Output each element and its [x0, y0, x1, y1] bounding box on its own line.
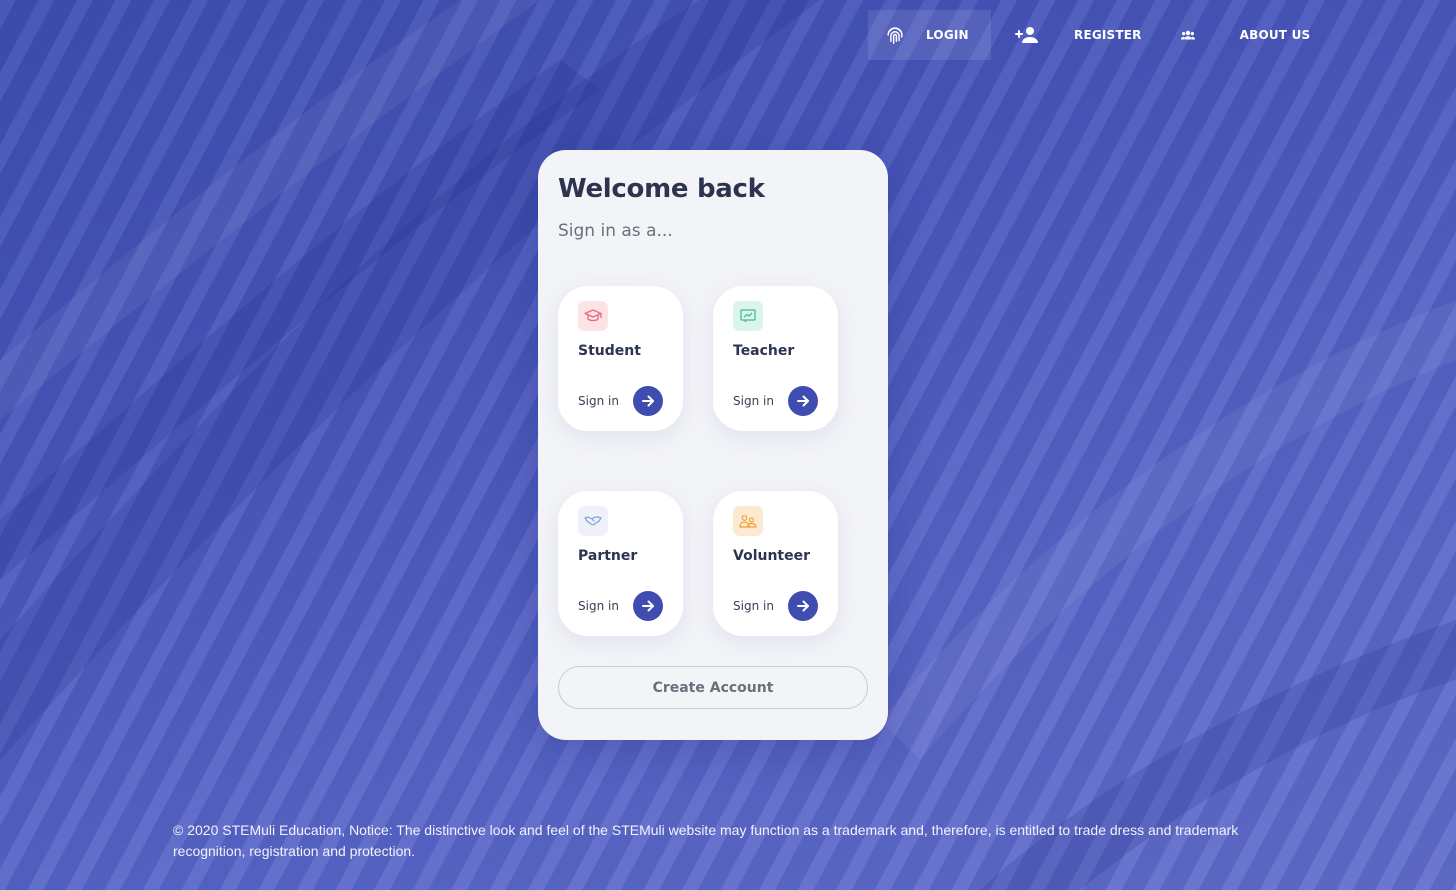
- role-card-partner[interactable]: Partner Sign in: [558, 491, 683, 636]
- create-account-button[interactable]: Create Account: [558, 666, 868, 709]
- nav-about[interactable]: ABOUT US: [1142, 10, 1311, 60]
- role-card-student[interactable]: Student Sign in: [558, 286, 683, 431]
- student-signin-button[interactable]: [633, 386, 663, 416]
- login-card: Welcome back Sign in as a... Student Sig…: [538, 150, 888, 740]
- role-name: Volunteer: [733, 548, 811, 564]
- top-nav: LOGIN REGISTER ABOUT US: [868, 10, 1310, 60]
- nav-register[interactable]: REGISTER: [991, 10, 1142, 60]
- nav-register-label: REGISTER: [1074, 28, 1142, 42]
- role-card-volunteer[interactable]: Volunteer Sign in: [713, 491, 838, 636]
- role-signin-label: Sign in: [578, 394, 619, 408]
- people-icon: [733, 506, 763, 536]
- footer-notice: © 2020 STEMuli Education, Notice: The di…: [173, 822, 1239, 859]
- arrow-right-icon: [642, 395, 654, 407]
- role-name: Teacher: [733, 343, 795, 359]
- role-name: Partner: [578, 548, 638, 564]
- arrow-right-icon: [642, 600, 654, 612]
- arrow-right-icon: [797, 600, 809, 612]
- nav-login[interactable]: LOGIN: [868, 10, 991, 60]
- nav-login-label: LOGIN: [926, 28, 969, 42]
- teacher-signin-button[interactable]: [788, 386, 818, 416]
- group-icon: [1180, 30, 1195, 40]
- graduation-cap-icon: [578, 301, 608, 331]
- page-title: Welcome back: [558, 174, 765, 204]
- partner-signin-button[interactable]: [633, 591, 663, 621]
- role-signin-label: Sign in: [733, 394, 774, 408]
- role-signin-label: Sign in: [578, 599, 619, 613]
- volunteer-signin-button[interactable]: [788, 591, 818, 621]
- handshake-icon: [578, 506, 608, 536]
- role-name: Student: [578, 343, 641, 359]
- chalkboard-icon: [733, 301, 763, 331]
- role-card-teacher[interactable]: Teacher Sign in: [713, 286, 838, 431]
- add-user-icon: [1015, 26, 1039, 44]
- role-signin-label: Sign in: [733, 599, 774, 613]
- arrow-right-icon: [797, 395, 809, 407]
- nav-about-label: ABOUT US: [1239, 28, 1311, 42]
- fingerprint-icon: [884, 24, 906, 46]
- page-subtitle: Sign in as a...: [558, 221, 673, 241]
